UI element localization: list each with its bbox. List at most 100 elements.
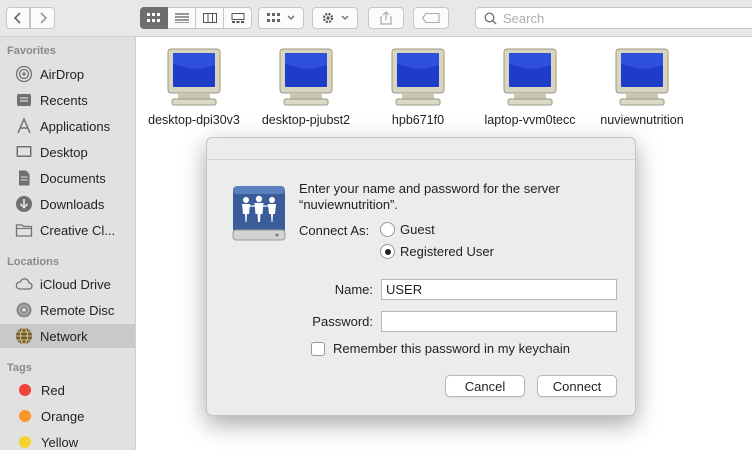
computer-item[interactable]: nuviewnutrition [586, 47, 698, 127]
action-button[interactable] [312, 7, 358, 29]
sidebar-item-creative-cloud[interactable]: Creative Cl... [0, 218, 135, 242]
radio-dot [384, 248, 391, 255]
sidebar-item-applications[interactable]: Applications [0, 114, 135, 138]
registered-user-label: Registered User [400, 244, 494, 259]
sidebar-item-label: Network [40, 328, 88, 344]
back-button[interactable] [6, 7, 30, 29]
toolbar [0, 0, 752, 37]
sidebar-tag-orange[interactable]: Orange [0, 404, 135, 428]
sidebar-item-network[interactable]: Network [0, 324, 135, 348]
sidebar-item-label: Desktop [40, 144, 88, 160]
computer-item[interactable]: laptop-vvm0tecc [474, 47, 586, 127]
list-view-button[interactable] [168, 7, 196, 29]
tags-header: Tags [7, 362, 32, 374]
airdrop-icon [15, 65, 33, 83]
search-icon [484, 11, 497, 25]
remember-label: Remember this password in my keychain [333, 341, 570, 356]
sidebar-item-label: Applications [40, 118, 111, 134]
applications-icon [15, 117, 33, 135]
radio-circle [380, 222, 395, 237]
registered-user-radio[interactable]: Registered User [380, 244, 494, 259]
arrange-icon [267, 13, 280, 22]
sidebar-item-desktop[interactable]: Desktop [0, 140, 135, 164]
computer-item[interactable]: desktop-pjubst2 [250, 47, 362, 127]
folder-icon [15, 221, 33, 239]
sidebar: Favorites AirDrop Recents Applications D… [0, 37, 136, 450]
gallery-icon [231, 13, 244, 23]
sidebar-item-downloads[interactable]: Downloads [0, 192, 135, 216]
sidebar-item-recents[interactable]: Recents [0, 88, 135, 112]
chevron-left-icon [13, 12, 21, 24]
sidebar-item-label: AirDrop [40, 66, 85, 82]
list-icon [174, 13, 189, 23]
yellow-tag-dot-icon [19, 436, 31, 448]
gear-icon [322, 12, 334, 24]
disc-icon [15, 301, 33, 319]
sidebar-item-icloud-drive[interactable]: iCloud Drive [0, 272, 135, 296]
computer-item[interactable]: desktop-dpi30v3 [138, 47, 250, 127]
computer-icon [615, 48, 669, 106]
downloads-icon [15, 195, 33, 213]
sidebar-item-remote-disc[interactable]: Remote Disc [0, 298, 135, 322]
sidebar-item-documents[interactable]: Documents [0, 166, 135, 190]
prompt-line-1: Enter your name and password for the ser… [299, 181, 560, 196]
dialog-titlebar [207, 138, 635, 160]
chevron-down-icon [287, 15, 295, 20]
share-icon [380, 11, 392, 25]
sidebar-tag-red[interactable]: Red [0, 378, 135, 402]
sidebar-item-airdrop[interactable]: AirDrop [0, 62, 135, 86]
sidebar-tag-yellow[interactable]: Yellow [0, 430, 135, 450]
sidebar-item-label: Documents [40, 170, 106, 186]
sidebar-item-label: Recents [40, 92, 88, 108]
computer-icon [279, 48, 333, 106]
shared-server-icon [231, 182, 287, 245]
arrange-button[interactable] [258, 7, 304, 29]
connect-dialog: Enter your name and password for the ser… [206, 137, 636, 416]
computer-icon [167, 48, 221, 106]
remember-checkbox[interactable] [311, 341, 325, 356]
tag-button[interactable] [413, 7, 449, 29]
recents-icon [15, 91, 33, 109]
guest-label: Guest [400, 222, 435, 237]
column-view-button[interactable] [196, 7, 224, 29]
search-field[interactable] [475, 7, 752, 29]
sidebar-item-label: Remote Disc [40, 302, 115, 318]
connect-button[interactable]: Connect [537, 375, 617, 397]
sidebar-item-label: Yellow [41, 434, 79, 450]
columns-icon [202, 13, 217, 23]
computer-icon [503, 48, 557, 106]
connect-as-label: Connect As: [299, 223, 370, 238]
favorites-header: Favorites [7, 45, 56, 57]
locations-header: Locations [7, 256, 59, 268]
view-mode-group [140, 7, 252, 29]
red-tag-dot-icon [19, 384, 31, 396]
orange-tag-dot-icon [19, 410, 31, 422]
share-button[interactable] [368, 7, 404, 29]
name-label: Name: [334, 282, 373, 297]
guest-radio[interactable]: Guest [380, 222, 435, 237]
computer-label: nuviewnutrition [600, 113, 684, 127]
desktop-icon [15, 143, 33, 161]
computer-item[interactable]: hpb671f0 [362, 47, 474, 127]
password-field[interactable] [381, 311, 617, 332]
password-label: Password: [312, 314, 373, 329]
sidebar-item-label: Red [41, 382, 65, 398]
computer-label: hpb671f0 [391, 113, 445, 127]
chevron-right-icon [39, 12, 47, 24]
search-input[interactable] [503, 10, 743, 26]
forward-button[interactable] [30, 7, 55, 29]
cancel-button[interactable]: Cancel [445, 375, 525, 397]
sidebar-item-label: iCloud Drive [40, 276, 111, 292]
radio-circle-selected [380, 244, 395, 259]
dialog-prompt: Enter your name and password for the ser… [299, 181, 619, 213]
gallery-view-button[interactable] [224, 7, 252, 29]
network-icon [15, 327, 33, 345]
sidebar-item-label: Creative Cl... [40, 222, 116, 238]
computer-label: desktop-dpi30v3 [148, 113, 240, 127]
computer-label: laptop-vvm0tecc [484, 113, 576, 127]
name-field[interactable] [381, 279, 617, 300]
remember-password-row[interactable]: Remember this password in my keychain [311, 341, 570, 356]
icloud-icon [15, 275, 33, 293]
sidebar-item-label: Downloads [40, 196, 105, 212]
icon-view-button[interactable] [140, 7, 168, 29]
